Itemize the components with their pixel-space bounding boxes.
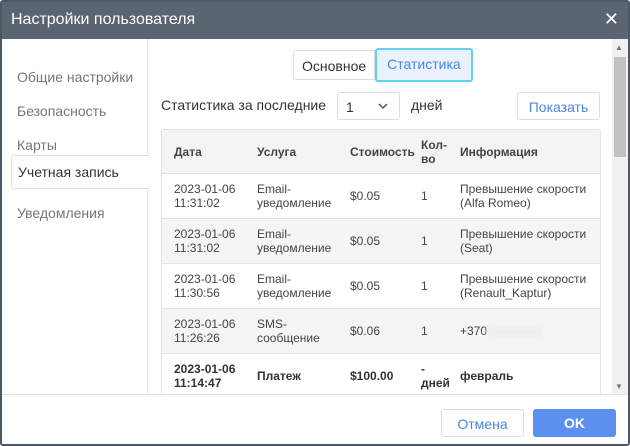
cell-service: Email-уведомление	[257, 272, 332, 300]
cell-date: 2023-01-06 11:31:02	[174, 182, 236, 210]
header-info: Информация	[460, 144, 538, 159]
scrollbar-thumb[interactable]	[614, 57, 626, 157]
scrollbar[interactable]: ▲ ▼	[612, 39, 628, 395]
cell-cost: $0.05	[350, 189, 381, 203]
cell-info: Превышение скорости (Seat)	[460, 227, 587, 255]
cell-info: +370	[460, 324, 543, 338]
table-row: 2023-01-06 11:26:26 SMS-сообщение $0.06 …	[162, 309, 600, 354]
statistics-table: Дата Услуга Стоимость Кол-во Информация …	[161, 129, 601, 394]
header-date: Дата	[174, 144, 202, 159]
cell-qty: 1	[421, 279, 428, 293]
scroll-down-icon[interactable]: ▼	[615, 382, 623, 391]
phone-prefix: +370	[460, 324, 488, 338]
sidebar-item-notifications[interactable]: Уведомления	[11, 195, 148, 229]
cell-service: SMS-сообщение	[257, 317, 320, 345]
cell-cost: $0.06	[350, 324, 381, 338]
cell-qty: 1	[421, 234, 428, 248]
cell-date: 2023-01-06 11:14:47	[174, 362, 236, 390]
table-row: 2023-01-06 11:30:56 Email-уведомление $0…	[162, 264, 600, 309]
dialog-title: Настройки пользователя	[11, 11, 196, 28]
cell-date: 2023-01-06 11:30:56	[174, 272, 236, 300]
period-label: Статистика за последние	[161, 97, 327, 113]
user-settings-dialog: Настройки пользователя ✕ Общие настройки…	[0, 0, 630, 446]
cell-service: Email-уведомление	[257, 182, 332, 210]
sidebar-item-account[interactable]: Учетная запись	[11, 155, 149, 189]
main-panel: Основное Статистика Статистика за послед…	[149, 39, 611, 394]
redacted-phone	[487, 326, 543, 337]
table-header: Дата Услуга Стоимость Кол-во Информация	[162, 130, 600, 174]
dialog-header: Настройки пользователя ✕	[2, 2, 628, 39]
sidebar: Общие настройки Безопасность Карты Учетн…	[2, 39, 149, 394]
table-row: 2023-01-06 11:31:02 Email-уведомление $0…	[162, 219, 600, 264]
table-row: 2023-01-06 11:14:47 Платеж $100.00 - дне…	[162, 354, 600, 394]
sidebar-item-security[interactable]: Безопасность	[11, 93, 148, 127]
cell-cost: $100.00	[350, 369, 394, 383]
header-qty: Кол-во	[421, 137, 447, 166]
cell-cost: $0.05	[350, 234, 381, 248]
header-service: Услуга	[257, 144, 297, 159]
cell-service: Платеж	[257, 369, 301, 383]
period-value: 1	[346, 99, 354, 115]
cell-qty: 1	[421, 324, 428, 338]
days-label: дней	[411, 97, 443, 113]
close-icon[interactable]: ✕	[604, 9, 619, 30]
cell-date: 2023-01-06 11:26:26	[174, 317, 236, 345]
cell-service: Email-уведомление	[257, 227, 332, 255]
tab-main[interactable]: Основное	[293, 50, 376, 80]
header-cost: Стоимость	[350, 144, 415, 159]
period-select[interactable]: 1	[337, 92, 400, 120]
dialog-footer: Отмена OK	[2, 394, 628, 444]
tab-statistics[interactable]: Статистика	[375, 48, 473, 82]
cell-info: Превышение скорости (Alfa Romeo)	[460, 182, 587, 210]
scroll-up-icon[interactable]: ▲	[615, 43, 623, 52]
table-row: 2023-01-06 11:31:02 Email-уведомление $0…	[162, 174, 600, 219]
cancel-button[interactable]: Отмена	[441, 409, 524, 437]
cell-info: февраль	[460, 369, 514, 383]
cell-qty: - дней	[421, 362, 450, 390]
cell-info: Превышение скорости (Renault_Kaptur)	[460, 272, 587, 300]
sidebar-item-general[interactable]: Общие настройки	[11, 59, 148, 93]
tab-bar: Основное Статистика	[293, 48, 473, 82]
ok-button[interactable]: OK	[533, 409, 616, 437]
cell-cost: $0.05	[350, 279, 381, 293]
cell-date: 2023-01-06 11:31:02	[174, 227, 236, 255]
chevron-down-icon	[377, 96, 389, 119]
cell-qty: 1	[421, 189, 428, 203]
show-button[interactable]: Показать	[517, 92, 600, 120]
